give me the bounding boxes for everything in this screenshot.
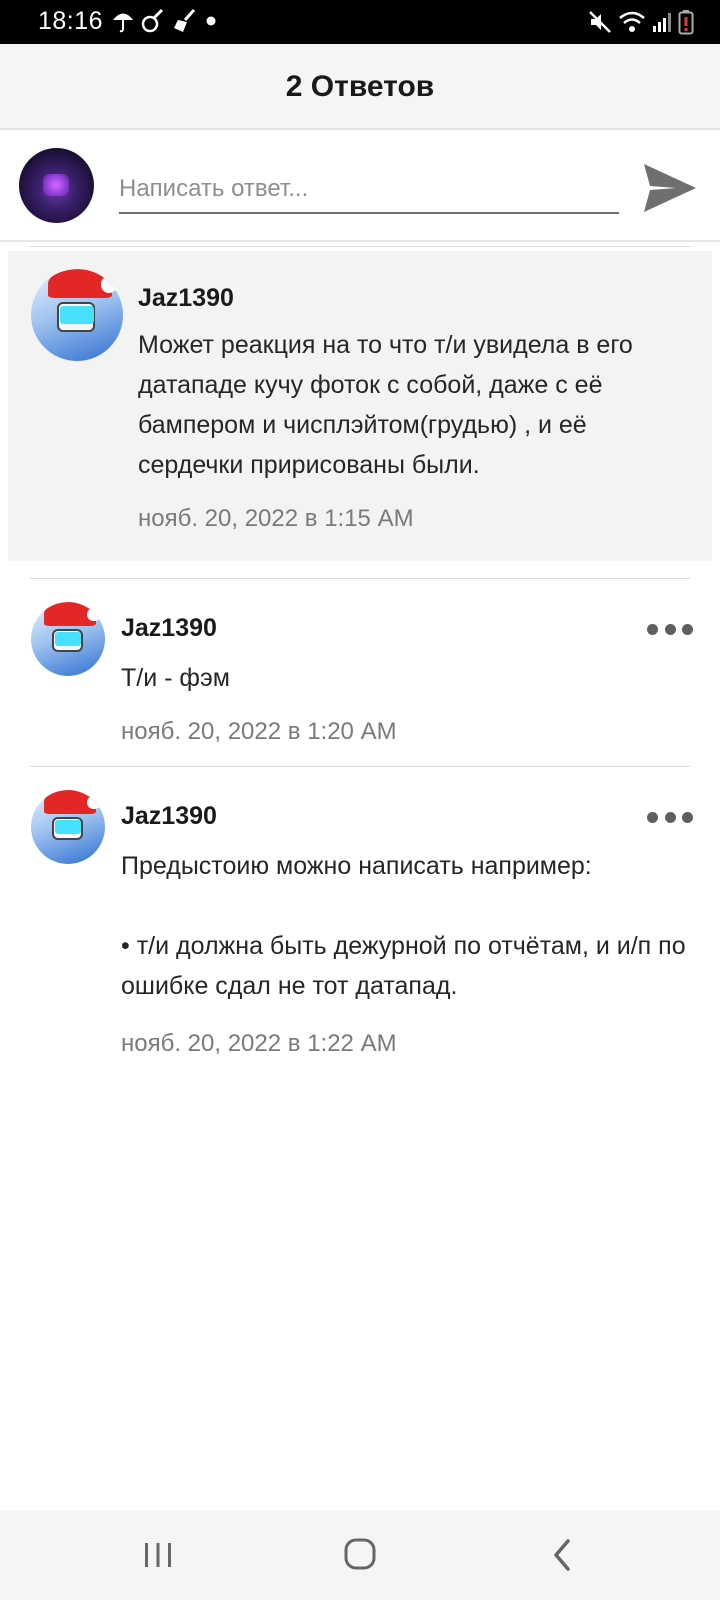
mute-icon xyxy=(589,11,611,33)
umbrella-icon xyxy=(113,13,133,33)
comment-author[interactable]: Jaz1390 xyxy=(121,614,217,643)
system-icons xyxy=(588,9,694,35)
back-icon[interactable] xyxy=(532,1528,592,1582)
avatar[interactable] xyxy=(31,790,105,864)
send-icon[interactable] xyxy=(640,160,700,216)
divider xyxy=(30,578,690,579)
current-user-avatar xyxy=(19,148,94,223)
comment-timestamp: нояб. 20, 2022 в 1:15 AM xyxy=(138,505,414,532)
status-time: 18:16 xyxy=(38,7,104,35)
comment-author[interactable]: Jaz1390 xyxy=(121,802,217,831)
comment-text: Предыстоию можно написать например: • т/… xyxy=(121,852,686,1000)
comment-text: Т/и - фэм xyxy=(121,664,230,692)
comment-timestamp: нояб. 20, 2022 в 1:22 AM xyxy=(121,1030,397,1057)
more-options-button[interactable] xyxy=(647,617,693,641)
navigation-bar xyxy=(0,1510,720,1600)
signal-icon xyxy=(653,13,671,32)
page-title: 2 Ответов xyxy=(285,70,435,103)
comment-author[interactable]: Jaz1390 xyxy=(138,284,234,313)
dot-icon xyxy=(206,16,216,26)
avatar[interactable] xyxy=(31,269,123,361)
recent-apps-icon[interactable] xyxy=(128,1528,188,1582)
battery-low-icon xyxy=(678,10,694,35)
home-icon[interactable] xyxy=(330,1528,390,1582)
more-options-button[interactable] xyxy=(647,805,693,829)
reply-composer xyxy=(0,130,720,242)
vacuum-icon xyxy=(141,8,164,33)
comment-timestamp: нояб. 20, 2022 в 1:20 AM xyxy=(121,718,397,745)
broom-icon xyxy=(174,8,196,32)
avatar[interactable] xyxy=(31,602,105,676)
comment-text: Может реакция на то что т/и увидела в ег… xyxy=(138,331,640,479)
status-bar: 18:16 xyxy=(0,0,720,44)
reply-input[interactable] xyxy=(119,166,619,214)
divider xyxy=(30,766,690,767)
wifi-icon xyxy=(619,11,645,32)
header: 2 Ответов xyxy=(0,44,720,130)
divider xyxy=(30,246,690,247)
notification-icons xyxy=(112,8,218,34)
